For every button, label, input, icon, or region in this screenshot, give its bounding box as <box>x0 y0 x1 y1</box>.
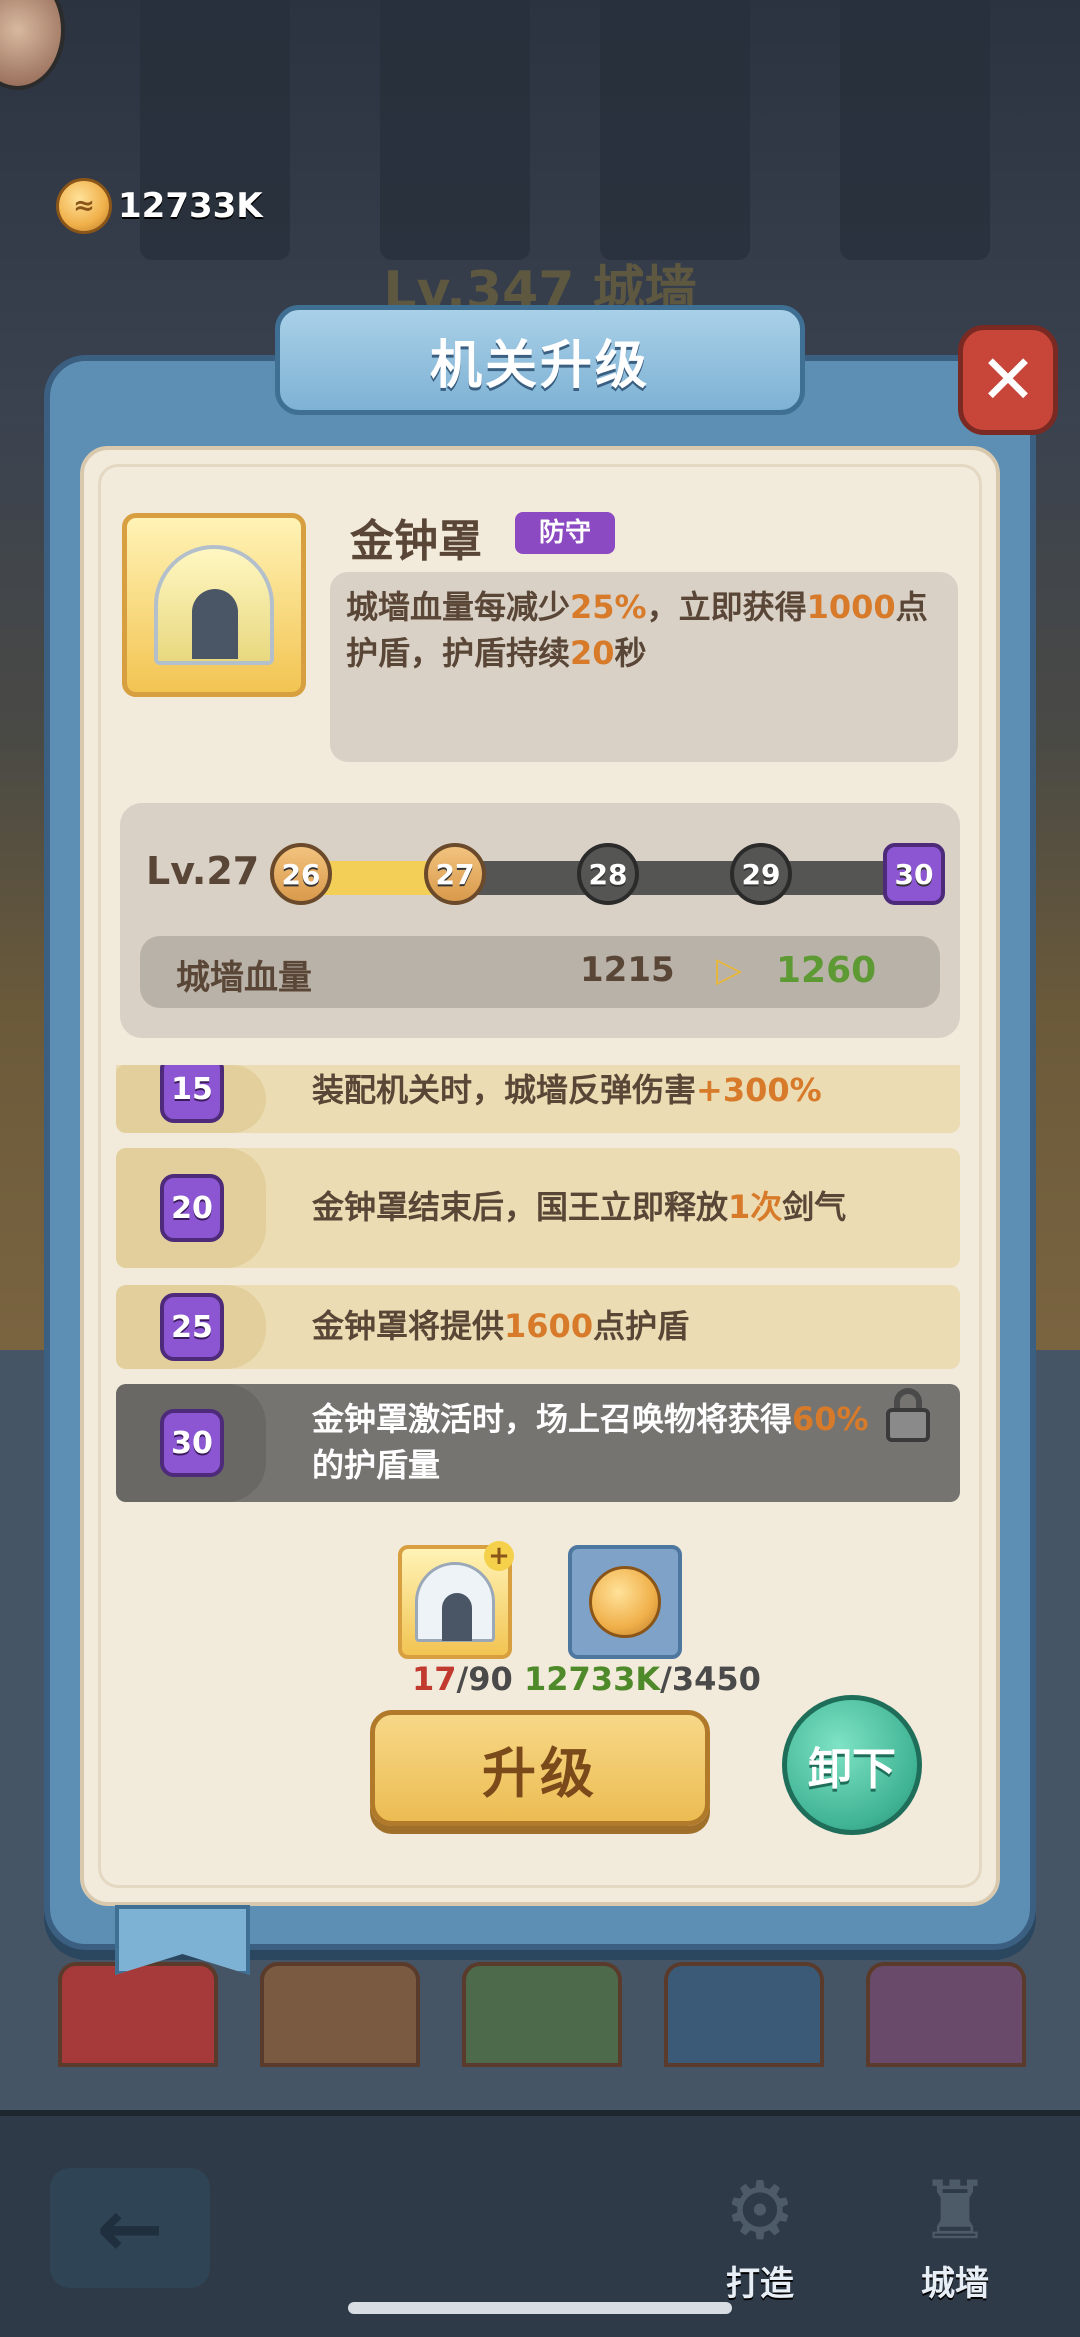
level-node-milestone: 30 <box>883 843 945 905</box>
bg-pillar <box>380 0 530 260</box>
nav-wall-label: 城墙 <box>921 2264 989 2304</box>
perk-text: 装配机关时，城墙反弹伤害+300% <box>312 1067 872 1113</box>
perk-text: 金钟罩激活时，场上召唤物将获得60% 的护盾量 <box>312 1396 872 1488</box>
lock-icon <box>886 1388 930 1442</box>
castle-icon: ♜ <box>919 2164 991 2257</box>
equipment-card[interactable] <box>260 1962 420 2067</box>
perk-text: 金钟罩将提供1600点护盾 <box>312 1303 872 1349</box>
stat-row: 城墙血量 1215 ▷ 1260 <box>140 936 940 1008</box>
coin-icon <box>589 1566 661 1638</box>
coin-need: /3450 <box>660 1660 761 1698</box>
coin-cost: 12733K/3450 <box>524 1660 761 1698</box>
level-node: 27 <box>424 843 486 905</box>
perk-text-part: 金钟罩激活时，场上召唤物将获得 <box>312 1400 793 1438</box>
perk-text-part: 金钟罩将提供 <box>312 1307 505 1345</box>
currency-value: 12733K <box>118 186 263 226</box>
perk-level-badge: 30 <box>160 1409 224 1477</box>
perk-row: 25 金钟罩将提供1600点护盾 <box>116 1285 960 1369</box>
perk-text-part: 点护盾 <box>593 1307 690 1345</box>
stat-label: 城墙血量 <box>176 958 312 998</box>
coin-have: 12733K <box>524 1660 661 1698</box>
coin-icon: ≈ <box>56 178 112 234</box>
currency-display: ≈ 12733K <box>56 178 263 234</box>
nav-forge-label: 打造 <box>726 2264 794 2304</box>
level-node: 29 <box>730 843 792 905</box>
level-label: Lv.27 <box>146 849 260 893</box>
item-description: 城墙血量每减少25%，立即获得1000点护盾，护盾持续20秒 <box>330 572 958 762</box>
perk-text-part: 金钟罩结束后，国王立即释放 <box>312 1188 729 1226</box>
desc-text: ，立即获得 <box>646 588 807 626</box>
level-node: 26 <box>270 843 332 905</box>
desc-highlight: 25% <box>570 588 647 626</box>
equipment-card[interactable] <box>462 1962 622 2067</box>
equipment-cards <box>58 1962 1026 2067</box>
equipment-card[interactable] <box>664 1962 824 2067</box>
stat-current: 1215 <box>580 950 675 990</box>
upgrade-button[interactable]: 升级 <box>370 1710 710 1826</box>
close-button[interactable]: ✕ <box>958 325 1058 435</box>
plus-icon: + <box>484 1541 514 1571</box>
desc-text: 秒 <box>614 634 647 672</box>
perk-row: 15 装配机关时，城墙反弹伤害+300% <box>116 1065 960 1133</box>
unequip-button[interactable]: 卸下 <box>782 1695 922 1835</box>
back-button[interactable]: ← <box>50 2168 210 2288</box>
golden-bell-shield-icon <box>415 1562 495 1642</box>
cost-item-coin[interactable] <box>568 1545 682 1659</box>
perk-text-part: 剑气 <box>782 1188 847 1226</box>
desc-highlight: 20 <box>570 634 615 672</box>
golden-bell-shield-icon <box>154 545 274 665</box>
perk-text-part: 的护盾量 <box>312 1446 441 1484</box>
item-icon <box>122 513 306 697</box>
perk-text-part: 装配机关时，城墙反弹伤害 <box>312 1071 697 1109</box>
gear-icon: ⚙ <box>724 2164 796 2257</box>
fragment-need: /90 <box>456 1660 513 1698</box>
lock-body <box>886 1408 930 1442</box>
equipment-card[interactable] <box>58 1962 218 2067</box>
perk-highlight: +300% <box>696 1071 822 1109</box>
bg-pillar <box>600 0 750 260</box>
bg-pillar <box>840 0 990 260</box>
cost-item-fragment[interactable]: + <box>398 1541 514 1659</box>
arrow-right-icon: ▷ <box>716 950 743 990</box>
home-indicator <box>348 2302 732 2314</box>
stat-next: 1260 <box>776 950 877 991</box>
level-panel: Lv.27 26 27 28 29 30 城墙血量 1215 ▷ 1260 <box>120 803 960 1038</box>
item-name: 金钟罩 <box>350 516 482 567</box>
perk-row: 20 金钟罩结束后，国王立即释放1次剑气 <box>116 1148 960 1268</box>
item-type-tag: 防守 <box>515 512 615 554</box>
dialog-title: 机关升级 <box>275 305 805 415</box>
fragment-cost: 17/90 <box>412 1660 513 1698</box>
arrow-left-icon: ← <box>96 2181 164 2275</box>
desc-highlight: 1000 <box>806 588 896 626</box>
fragment-have: 17 <box>412 1660 457 1698</box>
perk-row-locked: 30 金钟罩激活时，场上召唤物将获得60% 的护盾量 <box>116 1384 960 1502</box>
perk-level-badge: 25 <box>160 1293 224 1361</box>
equipment-card[interactable] <box>866 1962 1026 2067</box>
perk-level-badge: 20 <box>160 1174 224 1242</box>
level-node: 28 <box>577 843 639 905</box>
perk-level-badge: 15 <box>160 1065 224 1123</box>
desc-text: 城墙血量每减少 <box>346 588 571 626</box>
perk-highlight: 60% <box>792 1400 869 1438</box>
nav-wall[interactable]: ♜ 城墙 <box>885 2156 1025 2305</box>
perk-text: 金钟罩结束后，国王立即释放1次剑气 <box>312 1184 872 1230</box>
nav-forge[interactable]: ⚙ 打造 <box>690 2156 830 2305</box>
perk-highlight: 1600 <box>504 1307 594 1345</box>
perk-highlight: 1次 <box>728 1188 783 1226</box>
close-icon: ✕ <box>979 340 1037 420</box>
